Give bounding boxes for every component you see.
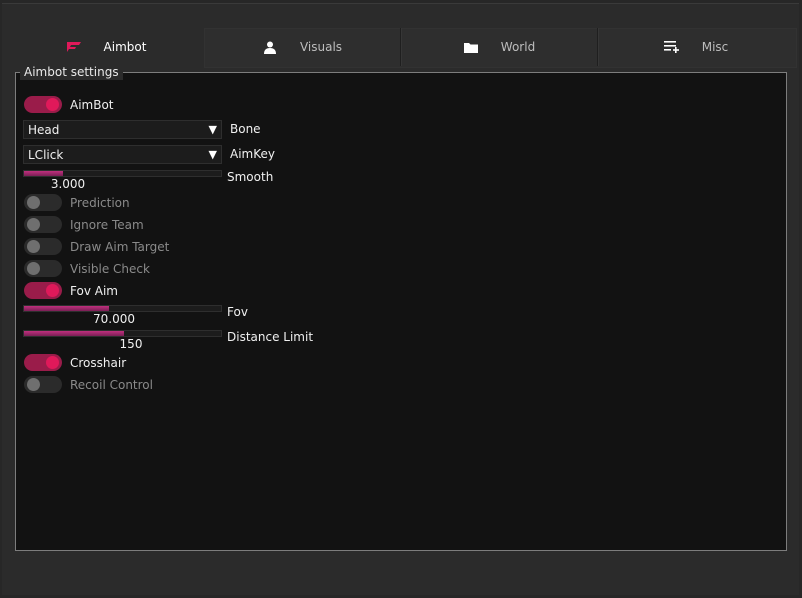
toggle-knob — [27, 196, 40, 209]
folder-icon — [463, 39, 479, 55]
distance-limit-label: Distance Limit — [227, 330, 314, 344]
toggle-knob — [46, 356, 59, 369]
crosshair-toggle[interactable] — [24, 354, 62, 371]
slider-fill — [24, 306, 109, 311]
slider-fill — [24, 171, 64, 176]
dropdown-arrow-icon: ▼ — [208, 148, 217, 161]
toggle-knob — [27, 240, 40, 253]
aimbot-toggle-row[interactable]: AimBot — [24, 96, 114, 113]
fov-slider[interactable] — [23, 305, 222, 312]
fov-label: Fov — [227, 305, 248, 319]
dropdown-arrow-icon: ▼ — [208, 123, 217, 136]
list-add-icon — [664, 39, 680, 55]
draw-aim-target-label: Draw Aim Target — [70, 239, 170, 254]
tab-misc[interactable]: Misc — [598, 28, 794, 66]
aimbot-logo-icon — [66, 39, 82, 55]
ignore-team-toggle-row[interactable]: Ignore Team — [24, 216, 144, 233]
visible-check-toggle-row[interactable]: Visible Check — [24, 260, 150, 277]
tab-aimbot-label: Aimbot — [103, 40, 147, 54]
draw-aim-target-toggle[interactable] — [24, 238, 62, 255]
tab-visuals-label: Visuals — [299, 40, 343, 54]
person-icon — [262, 39, 278, 55]
prediction-toggle[interactable] — [24, 194, 62, 211]
aimkey-selected-value: LClick — [28, 147, 64, 162]
smooth-slider[interactable] — [23, 170, 222, 177]
tab-bar: Aimbot Visuals World Misc — [8, 26, 797, 68]
bone-dropdown[interactable]: Head ▼ — [23, 120, 222, 139]
prediction-toggle-row[interactable]: Prediction — [24, 194, 130, 211]
crosshair-toggle-row[interactable]: Crosshair — [24, 354, 126, 371]
aimbot-label: AimBot — [70, 97, 114, 112]
toggle-knob — [27, 378, 40, 391]
crosshair-label: Crosshair — [70, 355, 127, 370]
tab-world-label: World — [500, 40, 536, 54]
fov-value: 70.000 — [93, 312, 135, 326]
smooth-label: Smooth — [227, 170, 274, 184]
aimkey-label: AimKey — [230, 147, 275, 161]
recoil-control-label: Recoil Control — [70, 377, 153, 392]
draw-aim-target-toggle-row[interactable]: Draw Aim Target — [24, 238, 169, 255]
distance-limit-slider[interactable] — [23, 330, 222, 337]
toggle-knob — [46, 284, 59, 297]
panel-title: Aimbot settings — [20, 64, 123, 80]
recoil-control-toggle[interactable] — [24, 376, 62, 393]
prediction-label: Prediction — [70, 195, 130, 210]
visible-check-toggle[interactable] — [24, 260, 62, 277]
aimkey-dropdown[interactable]: LClick ▼ — [23, 145, 222, 164]
tab-misc-label: Misc — [701, 40, 729, 54]
tab-aimbot[interactable]: Aimbot — [8, 28, 204, 66]
bone-selected-value: Head — [28, 122, 60, 137]
fov-aim-label: Fov Aim — [70, 283, 118, 298]
fov-aim-toggle-row[interactable]: Fov Aim — [24, 282, 118, 299]
toggle-knob — [27, 262, 40, 275]
bone-label: Bone — [230, 122, 261, 136]
smooth-value: 3.000 — [50, 177, 86, 191]
ignore-team-label: Ignore Team — [70, 217, 144, 232]
recoil-control-toggle-row[interactable]: Recoil Control — [24, 376, 153, 393]
visible-check-label: Visible Check — [70, 261, 150, 276]
aimbot-toggle[interactable] — [24, 96, 62, 113]
slider-fill — [24, 331, 125, 336]
tab-world[interactable]: World — [401, 28, 597, 66]
distance-limit-value: 150 — [119, 337, 143, 351]
toggle-knob — [46, 98, 59, 111]
toggle-knob — [27, 218, 40, 231]
ignore-team-toggle[interactable] — [24, 216, 62, 233]
tab-visuals[interactable]: Visuals — [204, 28, 400, 66]
fov-aim-toggle[interactable] — [24, 282, 62, 299]
